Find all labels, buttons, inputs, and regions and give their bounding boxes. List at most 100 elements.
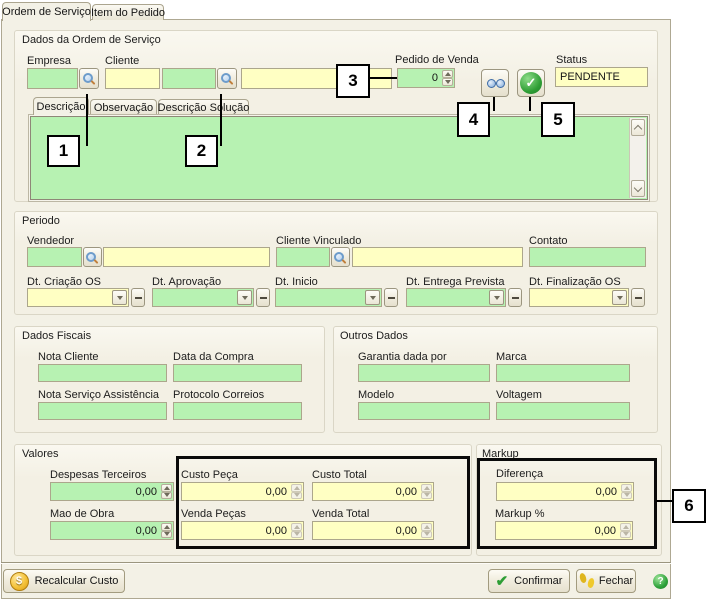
marca-label: Marca (496, 351, 527, 363)
spin-down-button[interactable] (621, 492, 632, 500)
tab-descricao-solucao[interactable]: Descrição Solução (158, 99, 249, 115)
spin-up-button[interactable] (421, 523, 432, 531)
vendedor-code-field[interactable] (27, 247, 82, 267)
spin-down-icon (294, 532, 300, 536)
status-value: PENDENTE (556, 68, 647, 83)
diferenca-label: Diferença (496, 468, 543, 480)
minus-icon (635, 297, 642, 299)
modelo-label: Modelo (358, 389, 394, 401)
dt-finalizacao-dropdown[interactable] (612, 290, 627, 305)
tab-descricao[interactable]: Descrição (33, 97, 89, 115)
confirm-status-button[interactable]: ✓ (517, 69, 545, 97)
modelo-field[interactable] (358, 402, 490, 420)
minus-icon (135, 297, 142, 299)
cliente-vinculado-search-button[interactable] (331, 247, 350, 267)
custo-peca-label: Custo Peça (181, 469, 238, 481)
descricao-scrollbar[interactable] (629, 118, 646, 198)
tab-observacao[interactable]: Observação (90, 99, 157, 115)
despesas-spinner[interactable]: 0,00 (50, 482, 174, 501)
dt-entrega-dropdown[interactable] (489, 290, 504, 305)
dt-finalizacao-clear-button[interactable] (631, 288, 645, 307)
markup-pct-spinner[interactable]: 0,00 (495, 521, 633, 540)
spin-down-button[interactable] (291, 531, 302, 539)
empresa-field[interactable] (27, 68, 78, 89)
spin-down-button[interactable] (620, 531, 631, 539)
spin-down-button[interactable] (161, 531, 172, 539)
confirmar-button[interactable]: ✔ Confirmar (488, 569, 570, 593)
dt-aprovacao-clear-button[interactable] (256, 288, 270, 307)
dt-criacao-dropdown[interactable] (112, 290, 127, 305)
spin-up-button[interactable] (161, 523, 172, 531)
spin-down-button[interactable] (161, 492, 172, 500)
dt-finalizacao-field[interactable] (529, 288, 629, 307)
annotation-line-2 (220, 94, 222, 146)
cliente-vinculado-name-field[interactable] (352, 247, 523, 267)
spin-up-button[interactable] (291, 484, 302, 492)
cliente-vinculado-code-field[interactable] (276, 247, 330, 267)
garantia-field[interactable] (358, 364, 490, 382)
dt-inicio-dropdown[interactable] (365, 290, 380, 305)
scroll-up-button[interactable] (631, 119, 645, 136)
dt-criacao-field[interactable] (27, 288, 129, 307)
recalcular-custo-button[interactable]: $ Recalcular Custo (3, 569, 125, 593)
dt-inicio-clear-button[interactable] (384, 288, 398, 307)
fechar-button[interactable]: Fechar (576, 569, 636, 593)
spin-up-button[interactable] (421, 484, 432, 492)
mao-obra-spinner[interactable]: 0,00 (50, 521, 174, 540)
custo-total-spinner[interactable]: 0,00 (312, 482, 434, 501)
empresa-search-button[interactable] (79, 68, 99, 89)
diferenca-spinner[interactable]: 0,00 (496, 482, 634, 501)
spin-up-button[interactable] (621, 484, 632, 492)
spin-down-icon (164, 532, 170, 536)
annotation-1-number: 1 (59, 141, 68, 161)
protocolo-field[interactable] (173, 402, 302, 420)
spin-down-button[interactable] (421, 531, 432, 539)
spin-down-button[interactable] (421, 492, 432, 500)
dt-aprovacao-dropdown[interactable] (237, 290, 252, 305)
cliente-code-field[interactable] (105, 68, 160, 89)
nota-cliente-field[interactable] (38, 364, 167, 382)
dt-inicio-label: Dt. Inicio (275, 276, 318, 288)
vendedor-search-button[interactable] (83, 247, 102, 267)
cliente-search-button[interactable] (217, 68, 237, 89)
vendedor-name-field[interactable] (103, 247, 270, 267)
venda-pecas-spinner[interactable]: 0,00 (181, 521, 304, 540)
contato-field[interactable] (529, 247, 646, 267)
pedido-venda-spinner[interactable]: 0 (397, 68, 455, 88)
dt-entrega-field[interactable] (406, 288, 506, 307)
custo-peca-spinner[interactable]: 0,00 (181, 482, 304, 501)
voltagem-field[interactable] (496, 402, 630, 420)
dt-aprovacao-field[interactable] (152, 288, 254, 307)
spin-up-button[interactable] (161, 484, 172, 492)
spin-up-button[interactable] (291, 523, 302, 531)
annotation-6-number: 6 (684, 496, 693, 516)
cliente-lookup-field[interactable] (162, 68, 216, 89)
check-circle-icon: ✓ (520, 72, 542, 94)
custo-total-value: 0,00 (313, 483, 420, 500)
spin-up-icon (623, 525, 629, 529)
dt-criacao-clear-button[interactable] (131, 288, 145, 307)
tab-ordem-de-servico[interactable]: Ordem de Serviço (2, 2, 91, 21)
venda-total-value: 0,00 (313, 522, 420, 539)
pedido-venda-value: 0 (398, 69, 441, 87)
data-compra-field[interactable] (173, 364, 302, 382)
dt-entrega-clear-button[interactable] (508, 288, 522, 307)
help-button[interactable]: ? (653, 574, 668, 589)
spin-up-button[interactable] (620, 523, 631, 531)
status-field[interactable]: PENDENTE (555, 67, 648, 87)
service-order-window: { "window": { "tabs": [ { "label": "Orde… (0, 0, 711, 600)
annotation-box-1: 1 (47, 135, 80, 167)
venda-total-label: Venda Total (312, 508, 369, 520)
venda-total-spinner[interactable]: 0,00 (312, 521, 434, 540)
tab-item-do-pedido[interactable]: Item do Pedido (92, 4, 164, 20)
search-icon (83, 72, 96, 85)
scroll-down-button[interactable] (631, 180, 645, 197)
dt-inicio-field[interactable] (275, 288, 382, 307)
spin-down-button[interactable] (442, 78, 453, 86)
spin-up-button[interactable] (442, 70, 453, 78)
binoculars-icon (486, 77, 505, 90)
nota-servico-field[interactable] (38, 402, 167, 420)
pedido-lookup-button[interactable] (481, 69, 509, 97)
spin-down-button[interactable] (291, 492, 302, 500)
marca-field[interactable] (496, 364, 630, 382)
